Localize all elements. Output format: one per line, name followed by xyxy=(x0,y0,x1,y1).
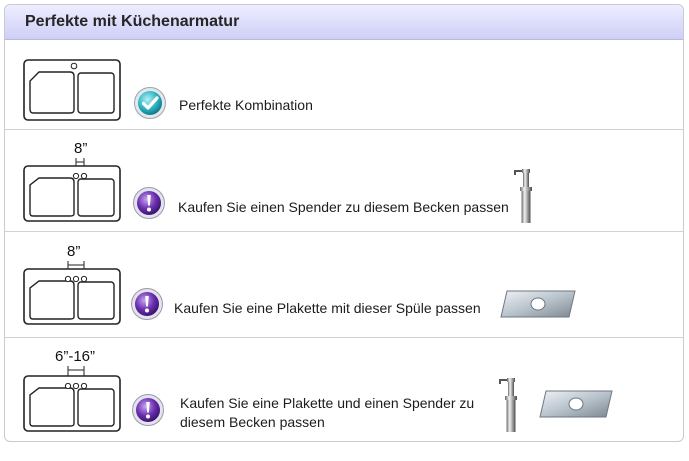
row-buy-plate: 8” Kaufen Sie eine Plakette mit dieser S… xyxy=(5,232,683,338)
soap-dispenser-icon xyxy=(514,169,532,223)
dimension-label: 6”-16” xyxy=(55,348,96,365)
sink-three-hole-diagram xyxy=(23,366,121,432)
row-text-line2: diesem Becken passen xyxy=(180,414,325,430)
compatibility-panel: Perfekte mit Küchenarmatur Perfekte Komb… xyxy=(4,4,684,442)
panel-title: Perfekte mit Küchenarmatur xyxy=(25,13,240,30)
row-text: Kaufen Sie eine Plakette mit dieser Spül… xyxy=(174,300,481,316)
exclamation-icon xyxy=(132,394,164,426)
check-icon xyxy=(134,87,166,119)
row-text: Kaufen Sie einen Spender zu diesem Becke… xyxy=(178,199,509,215)
sink-single-hole-diagram xyxy=(23,59,121,121)
row-perfect-combination: Perfekte Kombination xyxy=(5,40,683,130)
dimension-label: 8” xyxy=(74,140,88,157)
row-buy-plate-and-dispenser: 6”-16” Kaufen Sie eine Plakette und eine… xyxy=(5,338,683,442)
sink-three-hole-diagram xyxy=(23,261,121,325)
deck-plate-icon xyxy=(500,290,576,318)
sink-two-hole-diagram xyxy=(23,158,121,222)
panel-header: Perfekte mit Küchenarmatur xyxy=(5,5,683,40)
exclamation-icon xyxy=(133,187,165,219)
deck-plate-icon xyxy=(539,390,613,418)
row-buy-dispenser: 8” Kaufen Sie einen Spender zu diesem Be… xyxy=(5,130,683,232)
exclamation-icon xyxy=(131,288,163,320)
row-text-line1: Kaufen Sie eine Plakette und einen Spend… xyxy=(180,395,475,411)
soap-dispenser-icon xyxy=(499,378,517,432)
row-text: Perfekte Kombination xyxy=(179,97,313,113)
dimension-label: 8” xyxy=(67,243,81,260)
